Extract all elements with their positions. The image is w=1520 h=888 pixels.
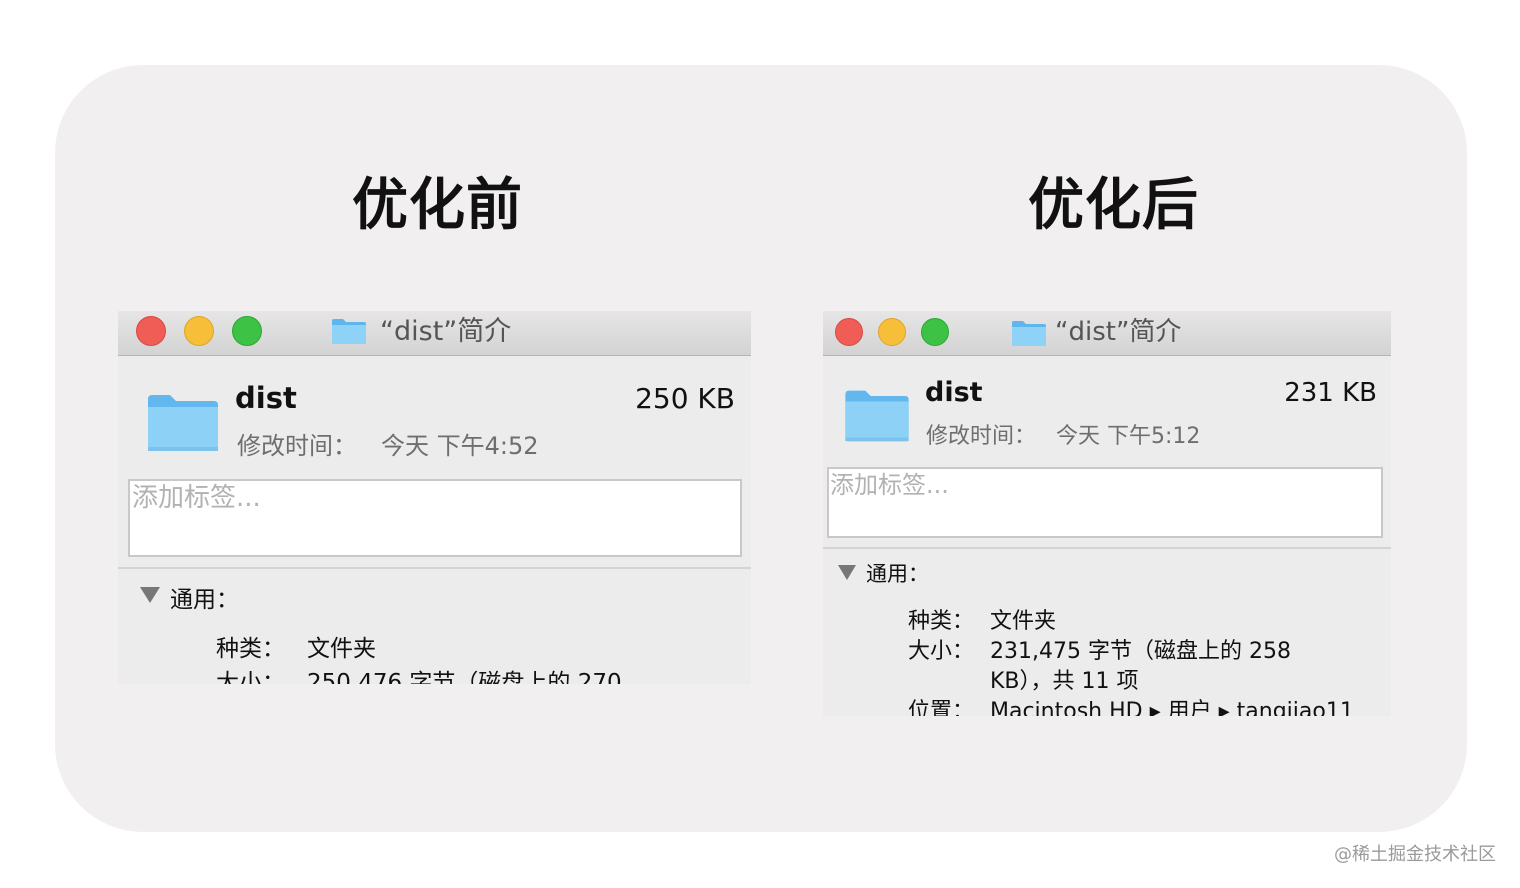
folder-icon bbox=[1012, 321, 1046, 346]
item-size: 250 KB bbox=[635, 382, 735, 415]
before-titlebar[interactable]: “dist”简介 bbox=[118, 311, 751, 356]
close-button[interactable] bbox=[136, 316, 166, 346]
section-general[interactable]: 通用： bbox=[170, 580, 239, 614]
item-name: dist bbox=[235, 381, 297, 415]
section-general[interactable]: 通用： bbox=[866, 558, 929, 588]
location-value[interactable]: Macintosh HD ▸ 用户 ▸ tangjiao11 bbox=[990, 693, 1354, 716]
modified-label: 修改时间： bbox=[926, 424, 1037, 449]
kind-label: 种类： bbox=[216, 636, 285, 662]
minimize-button[interactable] bbox=[878, 318, 906, 346]
window-title: “dist”简介 bbox=[1055, 317, 1182, 347]
size-label: 大小： bbox=[908, 639, 975, 664]
kind-label: 种类： bbox=[908, 609, 975, 634]
divider bbox=[118, 567, 751, 569]
window-title: “dist”简介 bbox=[380, 316, 512, 347]
disclosure-triangle-icon[interactable] bbox=[838, 565, 856, 580]
kind-value: 文件夹 bbox=[990, 609, 1057, 634]
folder-icon bbox=[845, 390, 909, 442]
after-heading: 优化后 bbox=[1028, 173, 1199, 238]
tags-field[interactable] bbox=[128, 479, 742, 557]
size-value-line-1: 231,475 字节（磁盘上的 258 bbox=[990, 639, 1291, 664]
minimize-button[interactable] bbox=[184, 316, 214, 346]
size-label: 大小： bbox=[216, 670, 285, 684]
item-name: dist bbox=[925, 377, 983, 408]
before-heading: 优化前 bbox=[352, 173, 523, 238]
tags-input[interactable] bbox=[830, 471, 1380, 499]
divider bbox=[823, 547, 1391, 549]
size-value: 250,476 字节（磁盘上的 270 bbox=[307, 670, 622, 684]
tags-input[interactable] bbox=[132, 483, 738, 513]
zoom-button[interactable] bbox=[232, 316, 262, 346]
zoom-button[interactable] bbox=[921, 318, 949, 346]
tags-field[interactable] bbox=[827, 467, 1383, 538]
watermark: @稀土掘金技术社区 bbox=[1334, 844, 1496, 865]
modified-label: 修改时间： bbox=[237, 432, 357, 460]
kind-value: 文件夹 bbox=[307, 636, 376, 662]
location-label: 位置： bbox=[908, 699, 975, 716]
modified-value: 今天 下午5:12 bbox=[1056, 424, 1201, 449]
item-size: 231 KB bbox=[1284, 378, 1377, 408]
before-info-window: “dist”简介 dist 250 KB 修改时间： 今天 下午4:52 通用：… bbox=[118, 311, 751, 684]
folder-icon bbox=[332, 319, 366, 344]
after-titlebar[interactable]: “dist”简介 bbox=[823, 311, 1391, 356]
size-value-line-2: KB），共 11 项 bbox=[990, 669, 1139, 694]
close-button[interactable] bbox=[835, 318, 863, 346]
after-info-window: “dist”简介 dist 231 KB 修改时间： 今天 下午5:12 通用：… bbox=[823, 311, 1391, 716]
folder-icon bbox=[148, 395, 218, 451]
disclosure-triangle-icon[interactable] bbox=[140, 587, 160, 603]
modified-value: 今天 下午4:52 bbox=[381, 432, 539, 460]
